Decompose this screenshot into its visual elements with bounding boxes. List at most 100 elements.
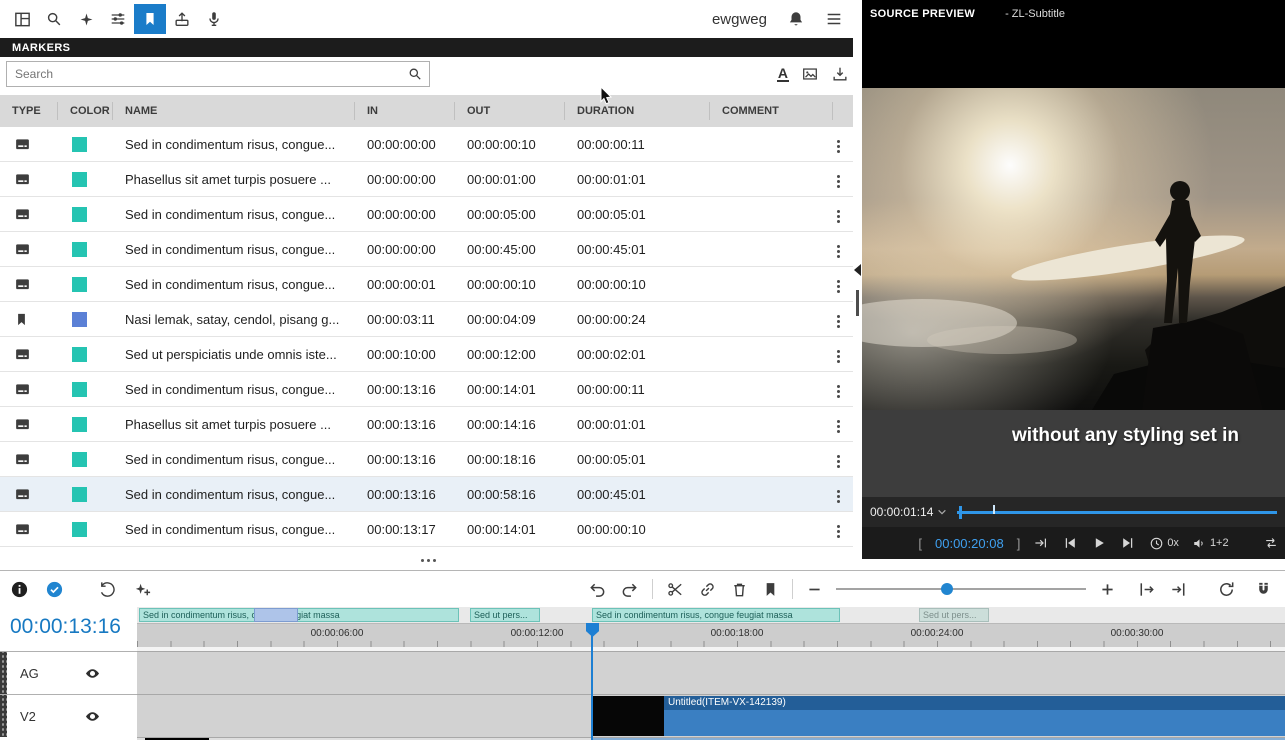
export-button[interactable] [166,4,198,34]
panels-button[interactable] [6,4,38,34]
table-row[interactable]: Sed in condimentum risus, congue... 00:0… [0,512,857,547]
mark-in-button[interactable]: [ [918,536,922,551]
delete-icon[interactable] [730,580,749,599]
track-lane-ag[interactable] [137,651,1285,694]
subtitle-icon [14,206,31,223]
table-row[interactable]: Sed in condimentum risus, congue... 00:0… [0,197,857,232]
track-lane-v2[interactable]: Untitled(ITEM-VX-142139) [137,694,1285,737]
table-row[interactable]: Nasi lemak, satay, cendol, pisang g... 0… [0,302,857,337]
color-chip[interactable] [72,417,87,432]
overwrite-clip-icon[interactable] [1169,580,1188,599]
go-to-out-icon[interactable] [1033,535,1049,551]
column-header-comment[interactable]: COMMENT [710,102,833,120]
snap-magnet-icon[interactable] [1254,580,1273,599]
video-clip[interactable]: Untitled(ITEM-VX-142139) [592,696,1285,736]
undo-icon[interactable] [588,580,607,599]
color-chip[interactable] [72,487,87,502]
table-row[interactable]: Sed in condimentum risus, congue... 00:0… [0,372,857,407]
audio-channels-button[interactable]: 1+2 [1192,536,1229,551]
approve-check-icon[interactable] [45,580,64,599]
timeline-subtitle-block[interactable]: Sed ut pers... [919,608,989,622]
import-icon[interactable] [831,65,849,83]
scrubber-playhead[interactable] [959,506,962,519]
track-header-ag[interactable]: AG [0,651,137,694]
table-row[interactable]: Sed in condimentum risus, congue... 00:0… [0,267,857,302]
timeline-subtitle-block[interactable]: Sed in condimentum risus, congue feugiat… [592,608,840,622]
play-icon[interactable] [1091,535,1107,551]
swap-icon[interactable] [1263,535,1279,551]
history-undo-icon[interactable] [98,580,117,599]
zoom-in-icon[interactable] [1099,581,1116,598]
column-header-color[interactable]: COLOR [58,102,113,120]
column-header-duration[interactable]: DURATION [565,102,710,120]
panel-resize-handle[interactable] [0,559,857,562]
timeline-subtitle-block[interactable] [254,608,298,622]
eye-icon[interactable] [84,708,101,725]
timeline-subtitle-block[interactable]: Sed in condimentum risus, congue feugiat… [139,608,459,622]
color-chip[interactable] [72,277,87,292]
zoom-slider-handle[interactable] [941,583,953,595]
table-row[interactable]: Sed in condimentum risus, congue... 00:0… [0,127,857,162]
column-header-name[interactable]: NAME [113,102,355,120]
step-back-icon[interactable] [1062,535,1078,551]
adjust-button[interactable] [102,4,134,34]
add-marker-icon[interactable] [762,581,779,598]
bell-icon[interactable] [787,10,805,28]
color-chip[interactable] [72,137,87,152]
eye-icon[interactable] [84,665,101,682]
info-icon[interactable] [10,580,29,599]
search-button[interactable] [38,4,70,34]
color-chip[interactable] [72,207,87,222]
search-icon[interactable] [407,66,423,82]
preview-timecode[interactable]: 00:00:01:14 [870,505,947,519]
search-input[interactable] [7,67,407,81]
insert-clip-icon[interactable] [1137,580,1156,599]
color-chip[interactable] [72,242,87,257]
timeline-subtitle-block[interactable]: Sed ut pers... [470,608,540,622]
project-name[interactable]: ewgweg [712,11,767,28]
color-chip[interactable] [72,172,87,187]
color-chip[interactable] [72,382,87,397]
collapse-panel-icon[interactable] [854,264,861,276]
table-row[interactable]: Sed in condimentum risus, congue... 00:0… [0,477,857,512]
video-viewer[interactable]: without any styling set in [862,28,1285,497]
color-chip[interactable] [72,347,87,362]
color-chip[interactable] [72,312,87,327]
column-header-in[interactable]: IN [355,102,455,120]
refresh-icon[interactable] [1217,580,1236,599]
microphone-button[interactable] [198,4,230,34]
menu-icon[interactable] [825,10,843,28]
link-icon[interactable] [698,580,717,599]
timeline-ruler[interactable]: 00:00:06:00 00:00:12:00 00:00:18:00 00:0… [137,623,1285,647]
color-chip[interactable] [72,452,87,467]
zoom-slider[interactable] [836,588,1086,590]
column-header-type[interactable]: TYPE [0,102,58,120]
cut-icon[interactable] [666,580,685,599]
markers-tool-button[interactable] [134,4,166,34]
track-drag-handle[interactable] [0,695,7,737]
table-row[interactable]: Phasellus sit amet turpis posuere ... 00… [0,407,857,442]
redo-icon[interactable] [620,580,639,599]
step-forward-icon[interactable] [1120,535,1136,551]
timeline-timecode[interactable]: 00:00:13:16 [0,607,137,647]
preview-scrubber[interactable] [957,505,1277,519]
column-header-out[interactable]: OUT [455,102,565,120]
table-row[interactable]: Sed ut perspiciatis unde omnis iste... 0… [0,337,857,372]
subtitle-track-strip[interactable]: Sed in condimentum risus, congue feugiat… [137,607,1285,623]
add-effect-icon[interactable] [133,580,152,599]
table-row[interactable]: Sed in condimentum risus, congue... 00:0… [0,232,857,267]
playback-speed-button[interactable]: 0x [1149,536,1179,551]
table-row[interactable]: Phasellus sit amet turpis posuere ... 00… [0,162,857,197]
image-icon[interactable] [801,65,819,83]
zoom-out-icon[interactable] [806,581,823,598]
panel-divider[interactable] [853,38,862,559]
text-format-icon[interactable]: A [777,66,789,82]
table-row[interactable]: Sed in condimentum risus, congue... 00:0… [0,442,857,477]
mark-out-button[interactable]: ] [1017,536,1021,551]
track-header-v2[interactable]: V2 [0,694,137,737]
scrollbar-thumb[interactable] [856,290,859,316]
color-chip[interactable] [72,522,87,537]
effects-button[interactable] [70,4,102,34]
track-name: V2 [20,709,36,724]
track-drag-handle[interactable] [0,652,7,694]
